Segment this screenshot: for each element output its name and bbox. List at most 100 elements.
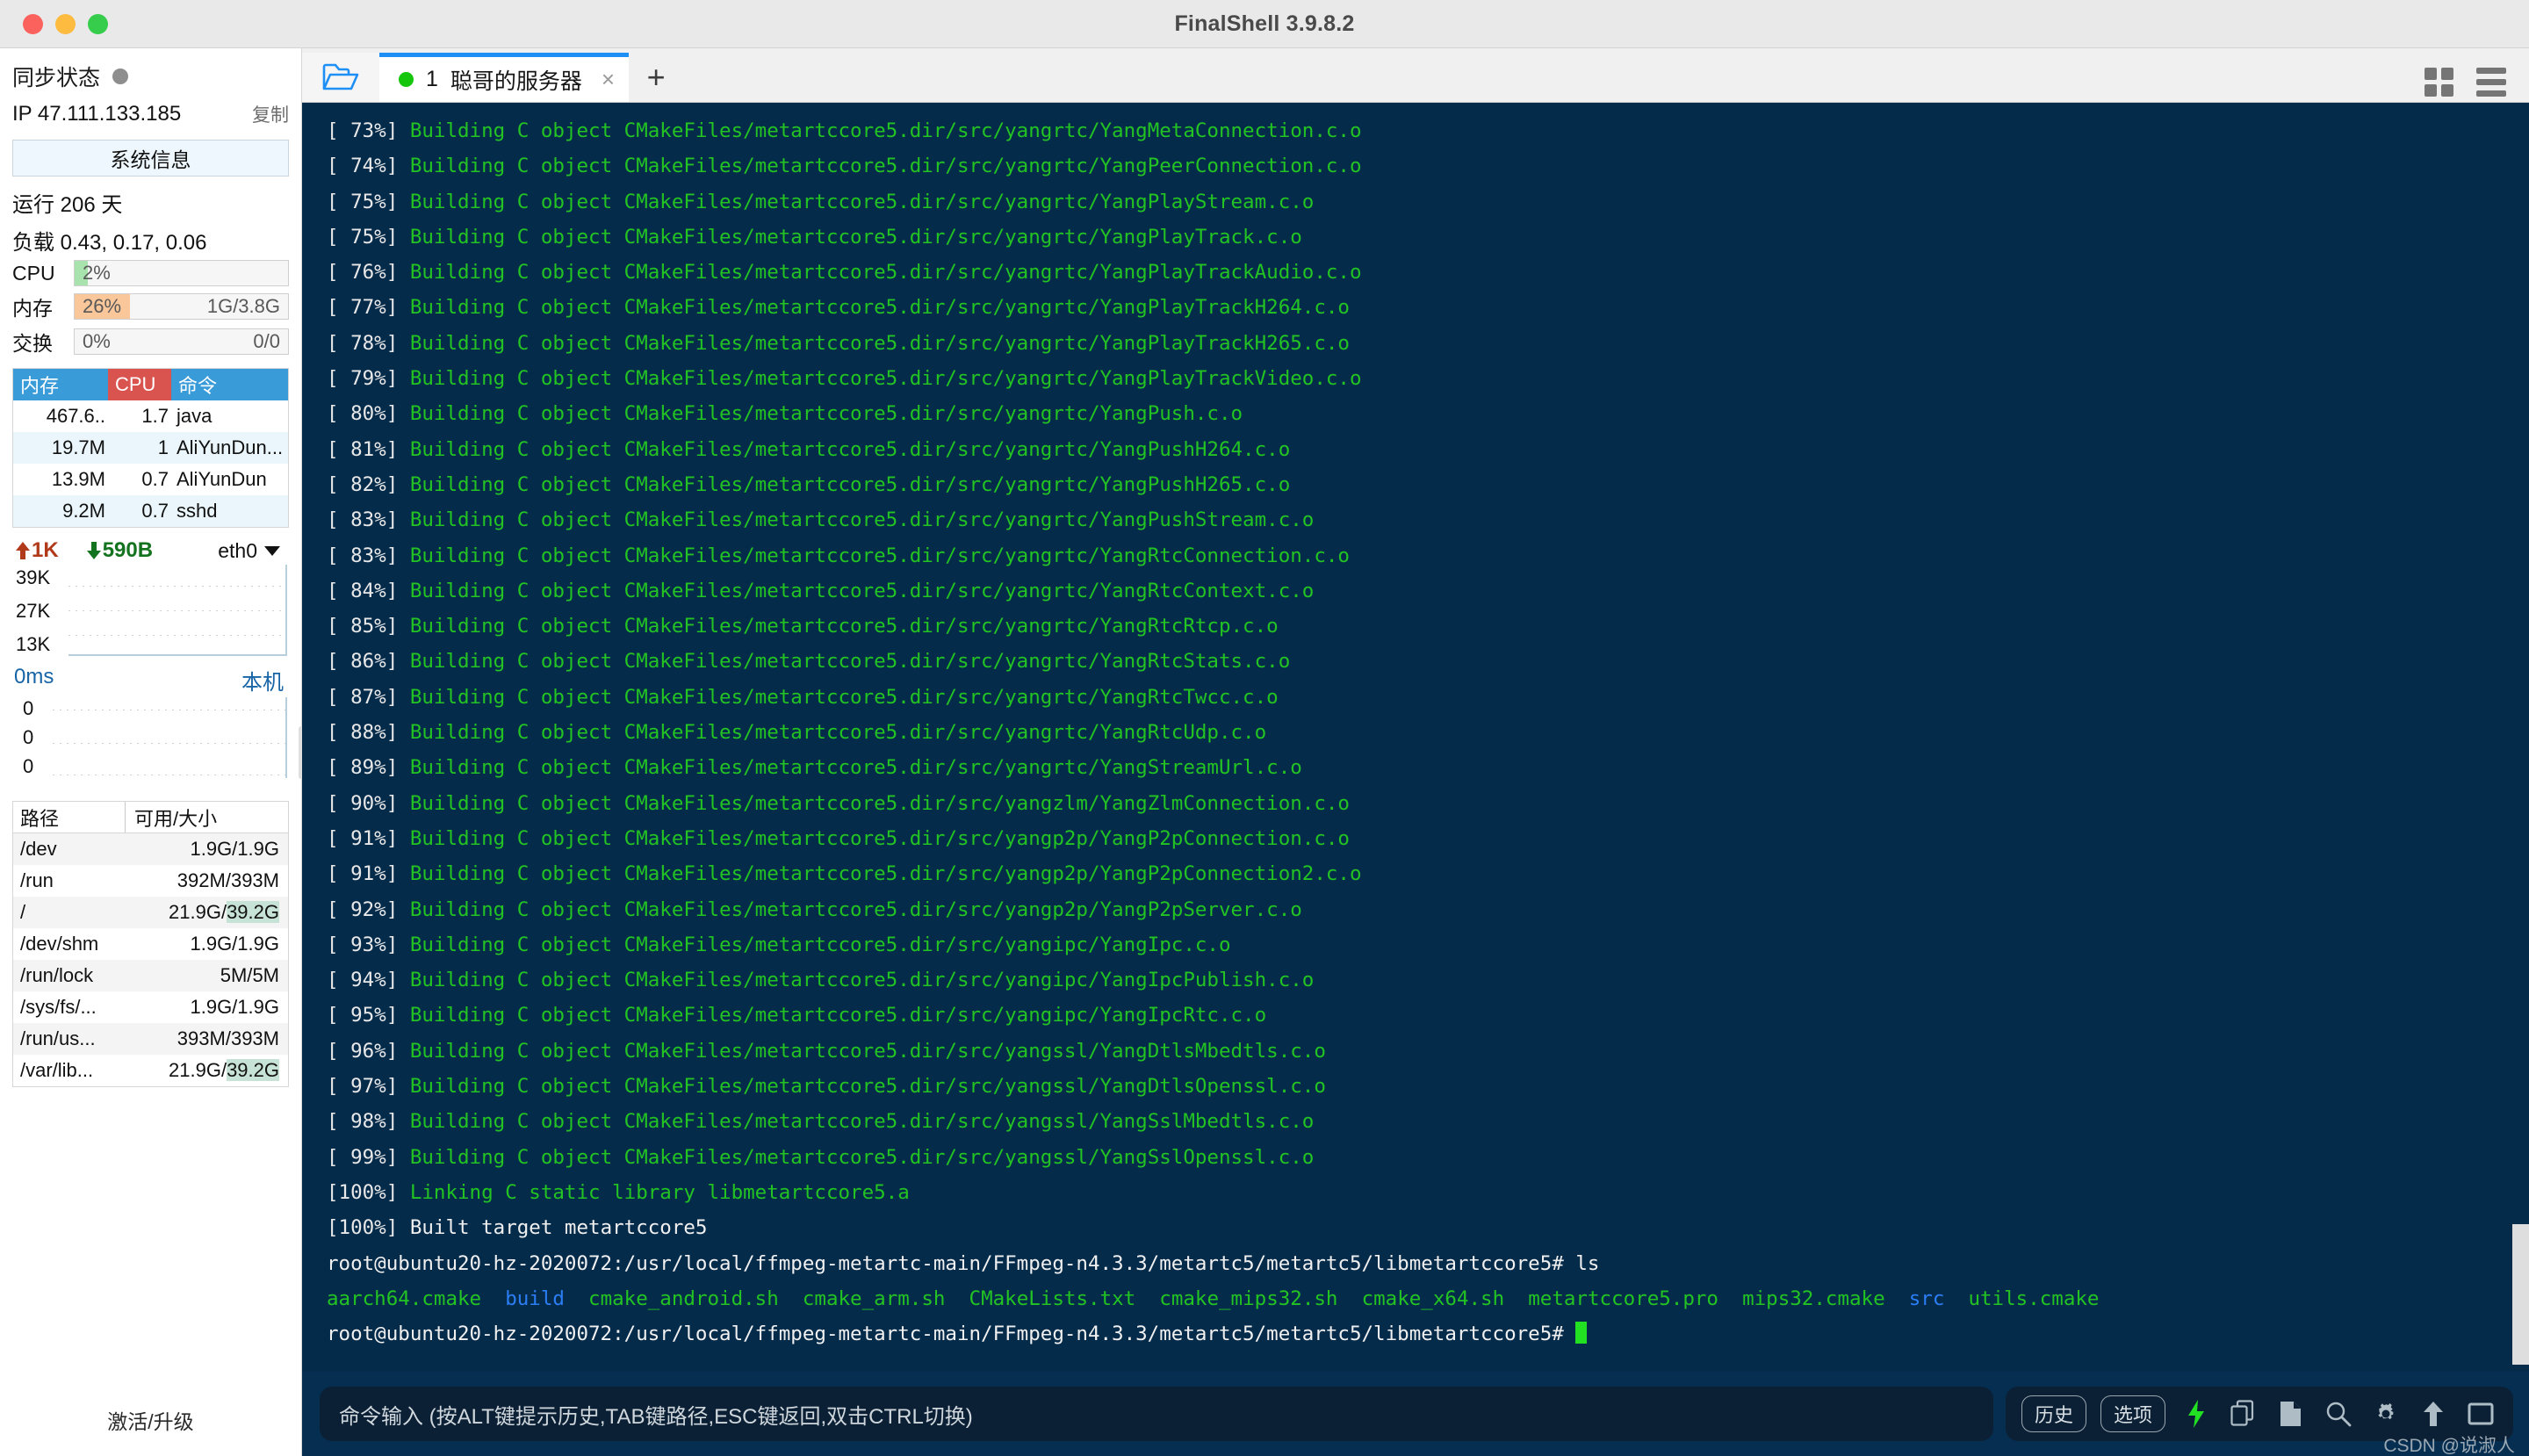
process-table-header: 内存 CPU 命令 (13, 369, 288, 400)
copy-ip-button[interactable]: 复制 (252, 101, 289, 127)
process-col-command[interactable]: 命令 (171, 369, 288, 400)
grid-view-icon[interactable] (2425, 68, 2453, 97)
table-row[interactable]: /run/us...393M/393M (13, 1023, 288, 1055)
table-row[interactable]: /sys/fs/...1.9G/1.9G (13, 991, 288, 1023)
disk-size-cell: 1.9G/1.9G (126, 933, 288, 955)
network-graph-y-labels: 39K 27K 13K (14, 565, 68, 656)
server-status-sidebar: 同步状态 IP 47.111.133.185 复制 系统信息 运行 206 天 … (0, 48, 302, 1456)
cpu-meter: 2% (74, 260, 289, 286)
process-col-cpu[interactable]: CPU (108, 369, 171, 400)
ls-entry: metartccore5.pro (1528, 1287, 1718, 1310)
terminal-line: [ 90%] Building C object CMakeFiles/meta… (327, 786, 2511, 821)
terminal-line: [ 81%] Building C object CMakeFiles/meta… (327, 432, 2511, 467)
ls-entry: CMakeLists.txt (969, 1287, 1136, 1310)
terminal-line: [ 75%] Building C object CMakeFiles/meta… (327, 184, 2511, 220)
disk-path-cell: /run/lock (13, 964, 126, 987)
process-command-cell: sshd (171, 500, 288, 523)
process-memory-cell: 9.2M (13, 500, 108, 523)
terminal-line: [ 84%] Building C object CMakeFiles/meta… (327, 573, 2511, 609)
chevron-down-icon (264, 546, 280, 556)
network-interface-label: eth0 (218, 539, 257, 563)
gear-icon[interactable] (2369, 1397, 2403, 1431)
terminal-line: [ 91%] Building C object CMakeFiles/meta… (327, 821, 2511, 856)
disk-path-cell: /run (13, 869, 126, 892)
table-row[interactable]: /dev/shm1.9G/1.9G (13, 928, 288, 960)
process-memory-cell: 467.6.. (13, 405, 108, 428)
copy-icon[interactable] (2227, 1397, 2260, 1431)
terminal-line: [ 96%] Building C object CMakeFiles/meta… (327, 1034, 2511, 1069)
new-tab-button[interactable]: + (629, 53, 683, 102)
disk-path-cell: /sys/fs/... (13, 996, 126, 1019)
table-row[interactable]: 467.6.. 1.7 java (13, 400, 288, 432)
terminal-line: [ 92%] Building C object CMakeFiles/meta… (327, 892, 2511, 927)
list-view-icon[interactable] (2476, 68, 2506, 97)
swap-meter-label: 交换 (12, 327, 67, 357)
terminal-line: [ 76%] Building C object CMakeFiles/meta… (327, 255, 2511, 290)
terminal-line: [ 74%] Building C object CMakeFiles/meta… (327, 148, 2511, 184)
process-command-cell: java (171, 405, 288, 428)
tab-server-1[interactable]: 1 聪哥的服务器 × (379, 53, 629, 102)
lightning-icon[interactable] (2180, 1397, 2213, 1431)
table-row[interactable]: /dev1.9G/1.9G (13, 833, 288, 865)
close-icon[interactable]: × (602, 66, 615, 93)
latency-graph (53, 697, 287, 778)
swap-meter-row: 交换 0% 0/0 (7, 324, 294, 359)
process-col-memory[interactable]: 内存 (13, 369, 108, 400)
table-row[interactable]: /run392M/393M (13, 865, 288, 897)
table-row[interactable]: 13.9M 0.7 AliYunDun (13, 464, 288, 495)
latency-target-label: 本机 (241, 665, 287, 696)
terminal-line: [ 77%] Building C object CMakeFiles/meta… (327, 290, 2511, 325)
terminal-output[interactable]: [ 73%] Building C object CMakeFiles/meta… (302, 103, 2511, 1372)
latency-y-label: 0 (23, 726, 53, 749)
latency-graph-wrap: 0 0 0 (7, 696, 294, 778)
network-traffic-graph (68, 565, 287, 656)
upload-icon[interactable] (2417, 1397, 2450, 1431)
memory-meter-percent: 26% (75, 295, 121, 318)
system-info-button[interactable]: 系统信息 (12, 140, 289, 177)
tab-bar-actions (2425, 68, 2529, 102)
ls-entry: cmake_mips32.sh (1159, 1287, 1337, 1310)
ip-address-label: IP 47.111.133.185 (12, 102, 181, 126)
history-button[interactable]: 历史 (2021, 1395, 2086, 1432)
network-interface-selector[interactable]: eth0 (218, 539, 287, 563)
ls-entry: cmake_arm.sh (803, 1287, 946, 1310)
table-row[interactable]: /run/lock5M/5M (13, 960, 288, 991)
terminal-final-prompt: root@ubuntu20-hz-2020072:/usr/local/ffmp… (327, 1316, 2511, 1351)
open-folder-button[interactable] (302, 53, 379, 102)
terminal-line: [100%] Built target metartccore5 (327, 1210, 2511, 1245)
network-y-label: 13K (16, 633, 68, 656)
table-row[interactable]: 9.2M 0.7 sshd (13, 495, 288, 527)
table-row[interactable]: /21.9G/39.2G (13, 897, 288, 928)
network-download-rate: 590B (85, 538, 153, 563)
tab-status-icon (399, 72, 414, 87)
tab-index: 1 (426, 67, 438, 92)
disk-size-cell: 393M/393M (126, 1027, 288, 1050)
search-icon[interactable] (2322, 1397, 2355, 1431)
main-area: 1 聪哥的服务器 × + [ 73%] Building C object CM… (302, 48, 2529, 1456)
table-row[interactable]: /var/lib...21.9G/39.2G (13, 1055, 288, 1086)
terminal-line: [ 98%] Building C object CMakeFiles/meta… (327, 1104, 2511, 1139)
command-input[interactable]: 命令输入 (按ALT键提示历史,TAB键路径,ESC键返回,双击CTRL切换) (320, 1387, 1993, 1441)
terminal-scrollbar[interactable] (2512, 103, 2529, 1372)
tab-bar: 1 聪哥的服务器 × + (302, 48, 2529, 103)
ls-entry: utils.cmake (1968, 1287, 2099, 1310)
activate-upgrade-link[interactable]: 激活/升级 (7, 1405, 294, 1456)
disk-table-header: 路径 可用/大小 (13, 802, 288, 833)
process-memory-cell: 13.9M (13, 468, 108, 491)
process-cpu-cell: 0.7 (108, 468, 171, 491)
disk-size-cell: 21.9G/39.2G (126, 1059, 288, 1082)
terminal-panel[interactable]: [ 73%] Building C object CMakeFiles/meta… (302, 103, 2529, 1372)
terminal-line: [100%] Linking C static library libmetar… (327, 1175, 2511, 1210)
table-row[interactable]: 19.7M 1 AliYunDun... (13, 432, 288, 464)
paste-icon[interactable] (2274, 1397, 2308, 1431)
terminal-line: [ 94%] Building C object CMakeFiles/meta… (327, 962, 2511, 998)
process-cpu-cell: 1.7 (108, 405, 171, 428)
terminal-scrollbar-thumb[interactable] (2512, 1224, 2529, 1365)
terminal-cursor (1575, 1322, 1587, 1344)
disk-usage-table: 路径 可用/大小 /dev1.9G/1.9G/run392M/393M/21.9… (12, 801, 289, 1087)
disk-col-path: 路径 (13, 802, 126, 833)
options-button[interactable]: 选项 (2100, 1395, 2165, 1432)
window-icon[interactable] (2464, 1397, 2497, 1431)
process-cpu-cell: 0.7 (108, 500, 171, 523)
terminal-line: [ 88%] Building C object CMakeFiles/meta… (327, 715, 2511, 750)
